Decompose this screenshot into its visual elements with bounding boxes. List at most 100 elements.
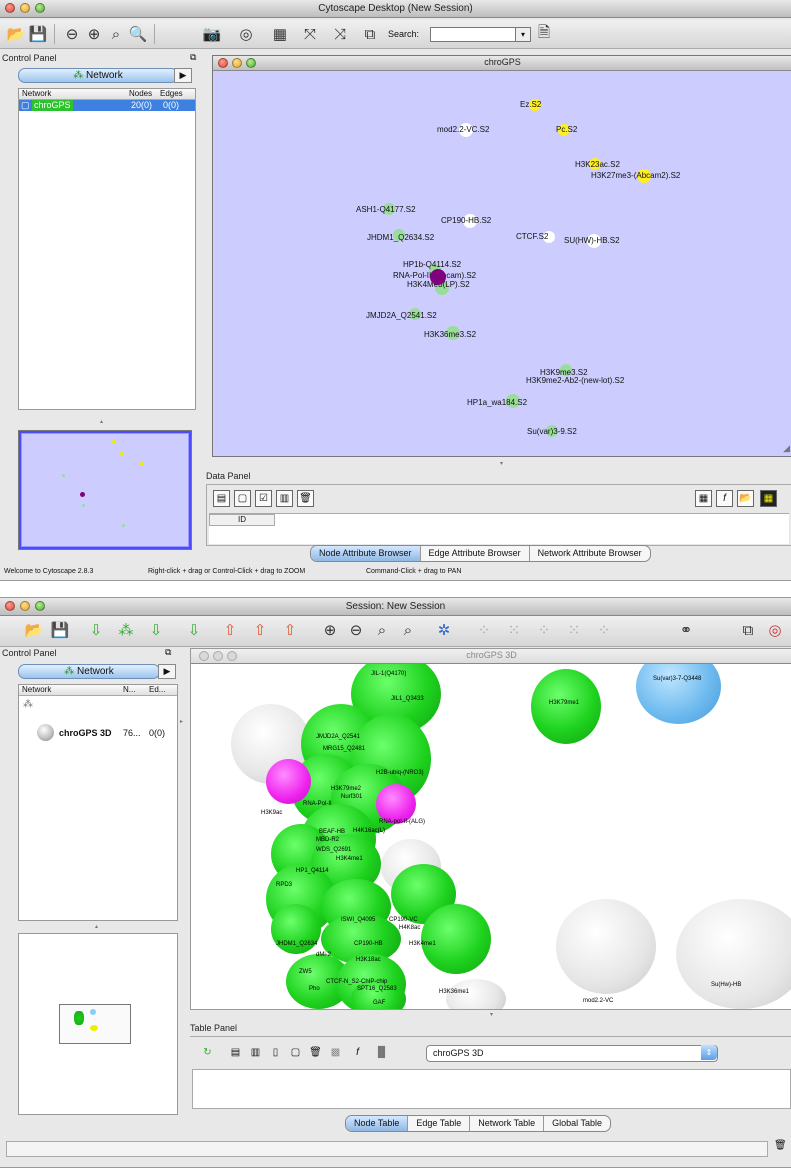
zoom-out-icon[interactable]: ⊖ [62,24,82,44]
edit-column-icon[interactable]: ▥ [248,1045,263,1060]
trash-icon[interactable]: 🗑 [308,1045,323,1060]
save-icon[interactable]: 💾 [50,620,70,640]
select-edges-icon[interactable]: ⁙ [564,620,584,640]
network-overview[interactable] [18,430,192,550]
col-nodes[interactable]: Nodes [129,89,152,99]
export-icon[interactable]: ▦ [695,490,712,507]
network-overview[interactable] [18,933,178,1115]
hide-selection-icon[interactable]: ⁘ [474,620,494,640]
show-all-icon[interactable]: ⤨ [330,24,350,44]
overview-viewport[interactable] [59,1004,131,1044]
help-lifebuoy-icon[interactable]: ◎ [765,620,785,640]
tab-node-attribute-browser[interactable]: Node Attribute Browser [311,546,421,561]
col-network[interactable]: Network [22,89,51,99]
import-table-icon[interactable]: ⇩ [146,620,166,640]
tab-global-table[interactable]: Global Table [544,1116,610,1131]
node-sphere[interactable] [376,784,416,824]
import-attributes-icon[interactable]: ⇩ [184,620,204,640]
open-folder-icon[interactable]: 📂 [6,24,26,44]
panel-float-icon[interactable]: ⧉ [165,647,171,658]
column-icon[interactable]: ▯ [268,1045,283,1060]
zoom-fit-icon[interactable]: ⌕ [106,24,126,44]
node-sphere[interactable] [421,904,491,974]
tab-network-table[interactable]: Network Table [470,1116,545,1131]
columns-icon[interactable]: ▥ [276,490,293,507]
overview-viewport[interactable] [21,433,189,547]
export-table-icon[interactable]: ⇧ [250,620,270,640]
new-window-icon[interactable]: ⧉ [738,620,758,640]
function-icon[interactable]: f [716,490,733,507]
tab-edge-table[interactable]: Edge Table [408,1116,471,1131]
col-edges[interactable]: Edges [160,89,183,99]
search-options-icon[interactable]: 🗎 [534,24,554,44]
col-network[interactable]: Network [22,685,51,695]
export-image-icon[interactable]: ⇧ [280,620,300,640]
table-row[interactable]: chroGPS 3D 76... 0(0) [19,723,177,743]
node-sphere[interactable] [636,664,721,724]
select-nodes-icon[interactable]: ⁘ [594,620,614,640]
tab-edge-attribute-browser[interactable]: Edge Attribute Browser [421,546,530,561]
new-window-icon[interactable]: ⧉ [360,24,380,44]
camera-icon[interactable]: 📷 [202,24,222,44]
network-layout-icon[interactable]: ✲ [434,620,454,640]
first-neighbors-icon[interactable]: ⁘ [534,620,554,640]
import-columns-icon[interactable]: ▐▌ [374,1045,389,1060]
select-all-icon[interactable]: ☑ [255,490,272,507]
link-tables-icon[interactable]: ↻ [200,1045,215,1060]
next-tab-arrow[interactable]: ▶ [158,664,176,679]
select-columns-icon[interactable]: ▤ [228,1045,243,1060]
show-all-icon[interactable]: ⁙ [504,620,524,640]
network-tab[interactable]: ⁂ Network [18,664,160,679]
function-builder-icon[interactable]: f [350,1045,365,1060]
splitter-handle[interactable]: ▾ [500,460,503,467]
tab-network-attribute-browser[interactable]: Network Attribute Browser [530,546,650,561]
search-input[interactable] [430,27,516,42]
node-label: Su(var)3-9.S2 [527,427,577,436]
id-column-header[interactable]: ID [209,514,275,526]
3d-network-canvas[interactable]: JIL-1(Q4170) JIL1_Q3433 H3K79me1 Su(var)… [191,664,791,1009]
col-nodes[interactable]: N... [123,685,135,695]
next-tab-arrow[interactable]: ▶ [174,68,192,83]
heatmap-icon[interactable]: ▦ [760,490,777,507]
hide-selected-icon[interactable]: ⤧ [300,24,320,44]
splitter-handle[interactable]: ▴ [95,923,98,930]
node-sphere[interactable] [531,669,601,744]
import-network-url-icon[interactable]: ⁂ [116,620,136,640]
network-canvas[interactable]: Ez.S2 mod2.2-VC.S2 Pc.S2 H3K23ac.S2 H3K2… [213,71,791,456]
network-selector[interactable]: chroGPS 3D ⇕ [426,1045,718,1062]
splitter-handle[interactable]: ▾ [490,1011,493,1018]
save-icon[interactable]: 💾 [28,24,48,44]
node-sphere[interactable] [556,899,656,994]
search-dropdown-button[interactable]: ▾ [515,27,531,42]
node-sphere[interactable] [676,899,791,1009]
resize-grip-icon[interactable]: ◢ [783,443,790,454]
open-folder-icon[interactable]: 📂 [24,620,44,640]
tab-node-table[interactable]: Node Table [346,1116,409,1131]
help-lifebuoy-icon[interactable]: ◎ [236,24,256,44]
zoom-in-icon[interactable]: ⊕ [84,24,104,44]
delete-table-icon[interactable]: ▩ [328,1045,343,1060]
splitter-handle[interactable]: ▴ [100,418,103,425]
node-sphere[interactable] [266,759,311,804]
network-tab[interactable]: ⁂ Network [18,68,178,83]
zoom-fit-icon[interactable]: ⌕ [398,620,418,640]
binoculars-icon[interactable]: ⚭ [676,620,696,640]
col-edges[interactable]: Ed... [149,685,165,695]
new-attribute-icon[interactable]: ▢ [234,490,251,507]
zoom-selected-icon[interactable]: 🔍 [128,24,148,44]
zoom-out-icon[interactable]: ⊖ [346,620,366,640]
splitter-handle[interactable]: ▸ [180,718,183,725]
layout-icon[interactable]: ▦ [270,24,290,44]
trash-status-icon[interactable]: 🗑 [774,1140,787,1151]
import-folder-icon[interactable]: 📂 [737,490,754,507]
zoom-in-icon[interactable]: ⊕ [320,620,340,640]
new-column-icon[interactable]: ▢ [288,1045,303,1060]
trash-icon[interactable]: 🗑 [297,490,314,507]
selected-graph-node[interactable] [430,269,446,285]
export-network-icon[interactable]: ⇧ [220,620,240,640]
import-network-icon[interactable]: ⇩ [86,620,106,640]
table-row[interactable]: ▢ chroGPS 20(0) 0(0) [19,100,195,111]
panel-float-icon[interactable]: ⧉ [190,52,196,63]
select-attributes-icon[interactable]: ▤ [213,490,230,507]
zoom-selected-icon[interactable]: ⌕ [372,620,392,640]
